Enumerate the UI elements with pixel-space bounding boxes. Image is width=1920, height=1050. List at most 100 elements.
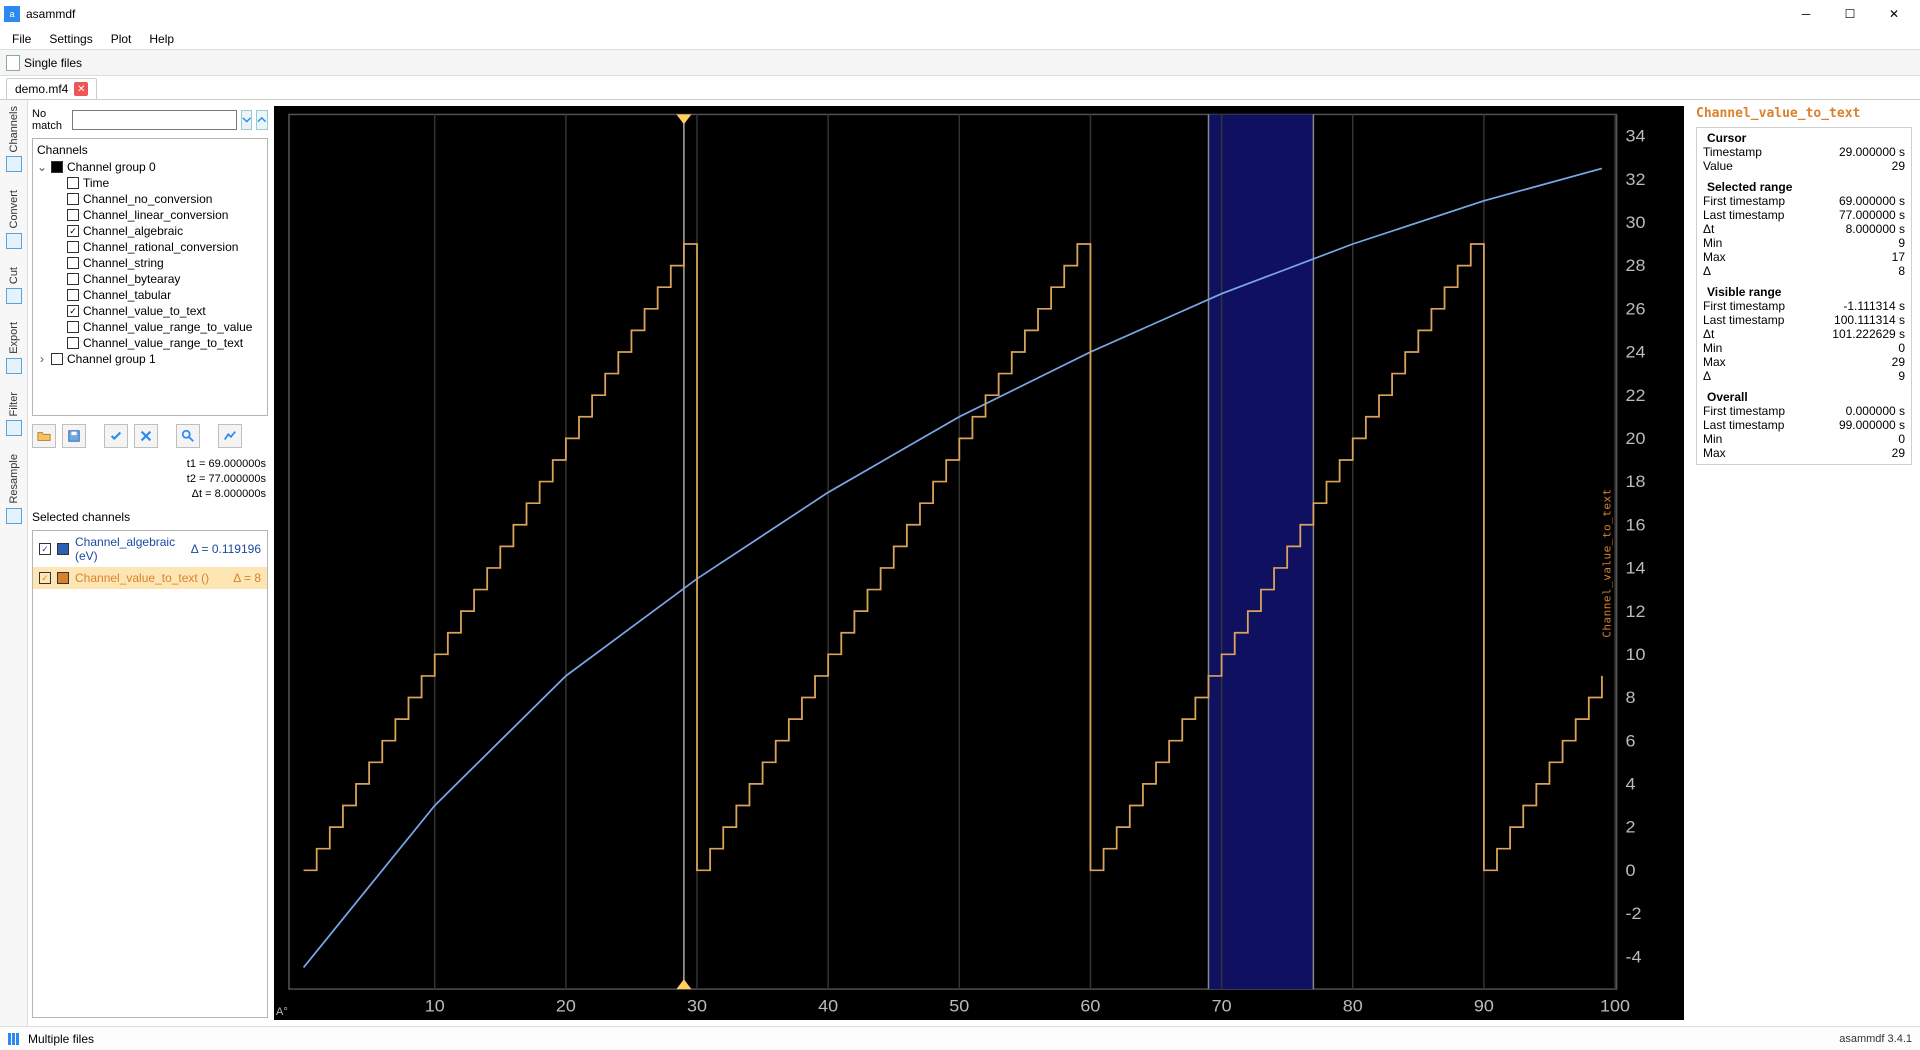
tree-toolbar	[32, 420, 268, 452]
filter-icon	[6, 420, 22, 436]
search-button[interactable]	[176, 424, 200, 448]
export-icon	[6, 358, 22, 374]
tree-item[interactable]: Channel_value_to_text	[53, 303, 263, 319]
channel-visibility-checkbox[interactable]	[39, 572, 51, 584]
tree-group-1[interactable]: › Channel group 1	[37, 351, 263, 367]
check-all-button[interactable]	[104, 424, 128, 448]
t1-value: t1 = 69.000000s	[187, 458, 266, 470]
search-status: No match	[32, 108, 62, 132]
save-button[interactable]	[62, 424, 86, 448]
expand-icon[interactable]: ›	[37, 352, 47, 366]
window-title: asammdf	[26, 7, 75, 21]
channel-checkbox[interactable]	[67, 321, 79, 333]
menu-file[interactable]: File	[4, 30, 39, 48]
channel-checkbox[interactable]	[67, 305, 79, 317]
svg-text:0: 0	[1625, 860, 1635, 879]
status-left[interactable]: Multiple files	[28, 1032, 94, 1046]
expand-icon[interactable]: ⌄	[37, 160, 47, 174]
svg-text:22: 22	[1625, 385, 1645, 404]
svg-text:34: 34	[1625, 126, 1645, 145]
open-button[interactable]	[32, 424, 56, 448]
plot-icon	[223, 429, 237, 443]
tree-item[interactable]: Channel_tabular	[53, 287, 263, 303]
tree-item[interactable]: Channel_value_range_to_text	[53, 335, 263, 351]
side-tab-cut[interactable]: Cut	[8, 267, 20, 284]
color-swatch[interactable]	[57, 572, 69, 584]
menubar: File Settings Plot Help	[0, 28, 1920, 50]
tree-item[interactable]: Channel_bytearay	[53, 271, 263, 287]
resample-icon	[6, 508, 22, 524]
tree-item[interactable]: Channel_algebraic	[53, 223, 263, 239]
group-checkbox[interactable]	[51, 161, 63, 173]
menu-settings[interactable]: Settings	[41, 30, 100, 48]
svg-text:-4: -4	[1625, 947, 1641, 966]
titlebar: a asammdf ─ ☐ ✕	[0, 0, 1920, 28]
side-tab-convert[interactable]: Convert	[8, 190, 20, 229]
tree-item[interactable]: Channel_linear_conversion	[53, 207, 263, 223]
search-input[interactable]	[72, 110, 237, 130]
minimize-button[interactable]: ─	[1784, 0, 1828, 28]
svg-text:14: 14	[1625, 558, 1645, 577]
menu-help[interactable]: Help	[141, 30, 182, 48]
svg-text:-2: -2	[1625, 904, 1641, 923]
svg-text:40: 40	[818, 996, 838, 1015]
side-tab-channels[interactable]: Channels	[8, 106, 20, 152]
search-next-button[interactable]	[241, 110, 253, 130]
svg-text:30: 30	[1625, 213, 1645, 232]
tree-item[interactable]: Channel_no_conversion	[53, 191, 263, 207]
side-tab-resample[interactable]: Resample	[8, 454, 20, 504]
multi-files-icon	[8, 1033, 22, 1045]
mode-label[interactable]: Single files	[24, 56, 82, 70]
channel-checkbox[interactable]	[67, 209, 79, 221]
svg-text:32: 32	[1625, 169, 1645, 188]
search-prev-button[interactable]	[256, 110, 268, 130]
uncheck-all-button[interactable]	[134, 424, 158, 448]
stats-box: CursorTimestamp29.000000 sValue29Selecte…	[1696, 127, 1912, 465]
maximize-button[interactable]: ☐	[1828, 0, 1872, 28]
channel-checkbox[interactable]	[67, 257, 79, 269]
search-icon	[181, 429, 195, 443]
side-tab-export[interactable]: Export	[8, 322, 20, 354]
channel-checkbox[interactable]	[67, 225, 79, 237]
svg-text:60: 60	[1080, 996, 1100, 1015]
tree-item[interactable]: Channel_string	[53, 255, 263, 271]
tree-group-0[interactable]: ⌄ Channel group 0	[37, 159, 263, 175]
close-button[interactable]: ✕	[1872, 0, 1916, 28]
menu-plot[interactable]: Plot	[103, 30, 140, 48]
app-icon: a	[4, 6, 20, 22]
plot-button[interactable]	[218, 424, 242, 448]
selected-channel-row[interactable]: Channel_value_to_text () Δ = 8	[33, 567, 267, 589]
channel-checkbox[interactable]	[67, 193, 79, 205]
plot-corner-label: A°	[276, 1006, 288, 1018]
tree-item[interactable]: Time	[53, 175, 263, 191]
channel-label: Channel_value_range_to_value	[83, 320, 252, 334]
channel-label: Channel_rational_conversion	[83, 240, 238, 254]
channel-checkbox[interactable]	[67, 337, 79, 349]
plot-area[interactable]: 102030405060708090100-4-2024681012141618…	[274, 106, 1684, 1020]
group-checkbox[interactable]	[51, 353, 63, 365]
side-tab-filter[interactable]: Filter	[8, 392, 20, 416]
selected-channel-row[interactable]: Channel_algebraic (eV) Δ = 0.119196	[33, 531, 267, 567]
svg-text:8: 8	[1625, 688, 1635, 707]
t2-value: t2 = 77.000000s	[187, 473, 266, 485]
channel-tree[interactable]: Channels ⌄ Channel group 0 TimeChannel_n…	[32, 138, 268, 416]
file-tab-close-icon[interactable]: ✕	[74, 82, 88, 96]
channel-checkbox[interactable]	[67, 241, 79, 253]
tree-item[interactable]: Channel_rational_conversion	[53, 239, 263, 255]
channel-checkbox[interactable]	[67, 177, 79, 189]
svg-text:12: 12	[1625, 601, 1645, 620]
side-toolbar: Channels Convert Cut Export Filter Resam…	[0, 100, 28, 1026]
stats-channel-name: Channel_value_to_text	[1696, 106, 1912, 121]
channel-checkbox[interactable]	[67, 273, 79, 285]
color-swatch[interactable]	[57, 543, 69, 555]
svg-text:70: 70	[1212, 996, 1232, 1015]
svg-text:10: 10	[1625, 644, 1645, 663]
channel-visibility-checkbox[interactable]	[39, 543, 51, 555]
channel-label: Channel_string	[83, 256, 164, 270]
time-values: t1 = 69.000000s t2 = 77.000000s Δt = 8.0…	[32, 456, 268, 504]
tree-item[interactable]: Channel_value_range_to_value	[53, 319, 263, 335]
channel-checkbox[interactable]	[67, 289, 79, 301]
svg-text:30: 30	[687, 996, 707, 1015]
file-tab[interactable]: demo.mf4 ✕	[6, 78, 97, 99]
svg-text:10: 10	[425, 996, 445, 1015]
